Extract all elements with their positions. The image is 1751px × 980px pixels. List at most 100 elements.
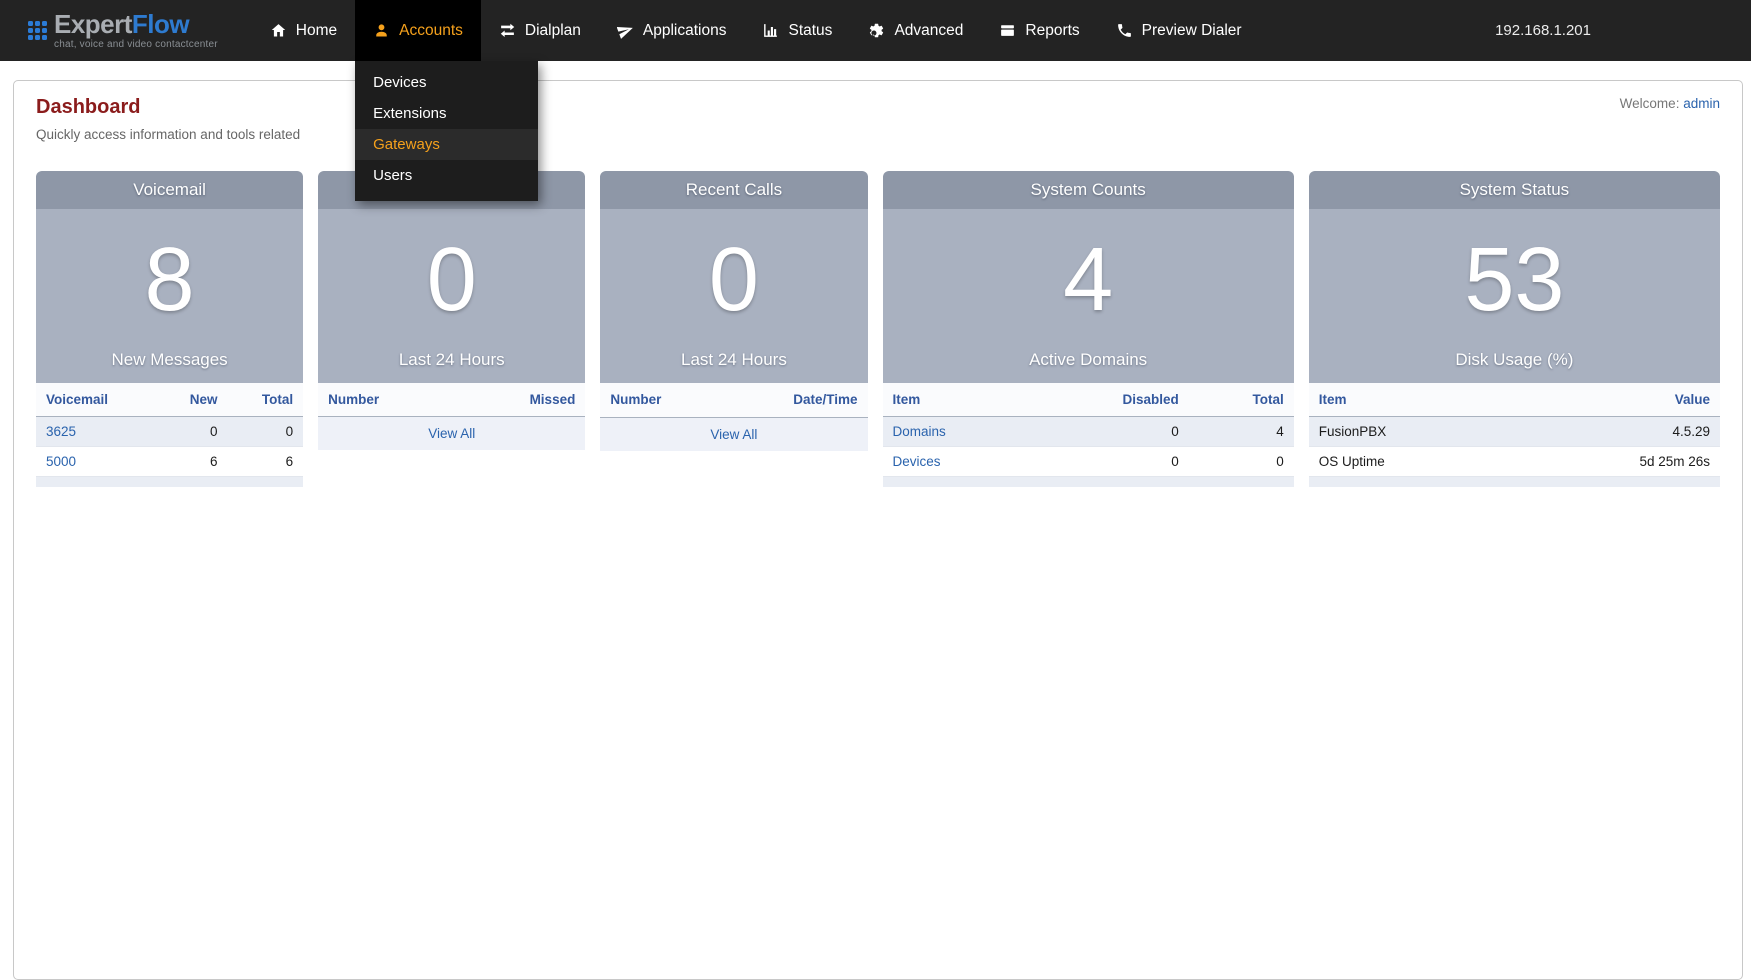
menu-item-extensions[interactable]: Extensions	[355, 98, 538, 129]
column-header: Date/Time	[757, 383, 867, 417]
table-row: 3625 00	[36, 417, 303, 447]
menu-item-devices[interactable]: Devices	[355, 67, 538, 98]
column-header: Number	[600, 383, 757, 417]
column-header: Missed	[457, 383, 585, 417]
partial-row-stripe	[36, 477, 303, 487]
table-cell: 4	[1189, 417, 1294, 447]
partial-row-stripe	[883, 477, 1294, 487]
column-header: New	[157, 383, 227, 417]
card-label: Active Domains	[883, 350, 1294, 383]
card-title: System Status	[1309, 171, 1720, 209]
view-all-cell: View All	[318, 417, 585, 451]
table-cell: 0	[1033, 447, 1189, 477]
menu-item-gateways[interactable]: Gateways	[355, 129, 538, 160]
welcome-text: Welcome: admin	[1620, 96, 1720, 111]
phone-icon	[1116, 22, 1133, 39]
nav-item-accounts[interactable]: AccountsDevicesExtensionsGatewaysUsers	[355, 0, 481, 61]
column-header: Item	[883, 383, 1033, 417]
logo-grid-icon	[28, 21, 47, 40]
table-cell: 3625	[36, 417, 157, 447]
table-cell: Domains	[883, 417, 1033, 447]
table-cell: 0	[1189, 447, 1294, 477]
dashboard-panel: Dashboard Quickly access information and…	[13, 80, 1743, 980]
nav-item-label: Advanced	[894, 22, 963, 40]
view-all-cell: View All	[600, 417, 867, 451]
table-cell: 4.5.29	[1511, 417, 1720, 447]
card-label: New Messages	[36, 350, 303, 383]
card-value: 0	[600, 209, 867, 350]
view-all-link[interactable]: View All	[428, 426, 475, 441]
nav-item-label: Reports	[1025, 22, 1079, 40]
logo-text: ExpertFlow	[54, 11, 218, 37]
card-title: System Counts	[883, 171, 1294, 209]
reports-icon	[999, 22, 1016, 39]
nav-item-status[interactable]: Status	[744, 0, 850, 61]
table-row: Devices 00	[883, 447, 1294, 477]
table-cell-link[interactable]: Devices	[893, 454, 941, 469]
partial-row-stripe	[1309, 477, 1720, 487]
table-cell: 0	[1033, 417, 1189, 447]
card-table: ItemValueFusionPBX4.5.29OS Uptime5d 25m …	[1309, 383, 1720, 477]
table-cell: FusionPBX	[1309, 417, 1511, 447]
column-header: Value	[1511, 383, 1720, 417]
card-body: 0Last 24 Hours	[318, 209, 585, 383]
card-label: Disk Usage (%)	[1309, 350, 1720, 383]
expertflow-logo[interactable]: ExpertFlow chat, voice and video contact…	[28, 0, 218, 61]
table-cell: 6	[157, 447, 227, 477]
card-value: 8	[36, 209, 303, 350]
table-cell: 0	[157, 417, 227, 447]
card-body: 8New Messages	[36, 209, 303, 383]
view-all-row: View All	[600, 417, 867, 451]
column-header: Number	[318, 383, 457, 417]
table-row: FusionPBX4.5.29	[1309, 417, 1720, 447]
nav-item-reports[interactable]: Reports	[981, 0, 1097, 61]
column-header: Voicemail	[36, 383, 157, 417]
column-header: Disabled	[1033, 383, 1189, 417]
server-ip: 192.168.1.201	[1495, 22, 1591, 39]
nav-item-label: Dialplan	[525, 22, 581, 40]
nav-item-label: Accounts	[399, 22, 463, 40]
table-cell: Devices	[883, 447, 1033, 477]
top-nav-bar: ExpertFlow chat, voice and video contact…	[0, 0, 1751, 61]
card-value: 0	[318, 209, 585, 350]
card-table: NumberDate/TimeView All	[600, 383, 867, 451]
nav-item-home[interactable]: Home	[252, 0, 355, 61]
nav-item-applications[interactable]: Applications	[599, 0, 745, 61]
column-header: Item	[1309, 383, 1511, 417]
table-cell-link[interactable]: 3625	[46, 424, 76, 439]
card-title: Recent Calls	[600, 171, 867, 209]
table-cell-link[interactable]: 5000	[46, 454, 76, 469]
table-row: Domains 04	[883, 417, 1294, 447]
card-value: 4	[883, 209, 1294, 350]
table-cell: 5d 25m 26s	[1511, 447, 1720, 477]
card-missed-calls: Missed Calls0Last 24 HoursNumberMissedVi…	[318, 171, 585, 487]
table-cell: 6	[228, 447, 304, 477]
nav-item-label: Status	[788, 22, 832, 40]
nav-item-preview-dialer[interactable]: Preview Dialer	[1098, 0, 1260, 61]
card-body: 53Disk Usage (%)	[1309, 209, 1720, 383]
column-header: Total	[228, 383, 304, 417]
view-all-row: View All	[318, 417, 585, 451]
nav-item-advanced[interactable]: Advanced	[850, 0, 981, 61]
nav-item-label: Applications	[643, 22, 727, 40]
column-header: Total	[1189, 383, 1294, 417]
card-system-status: System Status53Disk Usage (%)ItemValueFu…	[1309, 171, 1720, 487]
menu-item-users[interactable]: Users	[355, 160, 538, 191]
nav-item-dialplan[interactable]: Dialplan	[481, 0, 599, 61]
card-label: Last 24 Hours	[318, 350, 585, 383]
card-title: Voicemail	[36, 171, 303, 209]
nav-item-label: Home	[296, 22, 337, 40]
card-table: VoicemailNewTotal 3625 00 5000 66	[36, 383, 303, 477]
welcome-user-link[interactable]: admin	[1683, 96, 1720, 111]
view-all-link[interactable]: View All	[710, 427, 757, 442]
bar-chart-icon	[762, 22, 779, 39]
page-title: Dashboard	[36, 96, 300, 119]
table-cell-link[interactable]: Domains	[893, 424, 946, 439]
table-cell: 0	[228, 417, 304, 447]
table-row: OS Uptime5d 25m 26s	[1309, 447, 1720, 477]
table-cell: OS Uptime	[1309, 447, 1511, 477]
card-table: NumberMissed View All	[318, 383, 585, 450]
accounts-dropdown-menu: DevicesExtensionsGatewaysUsers	[355, 61, 538, 201]
card-system-counts: System Counts4Active DomainsItemDisabled…	[883, 171, 1294, 487]
transfer-arrows-icon	[499, 22, 516, 39]
